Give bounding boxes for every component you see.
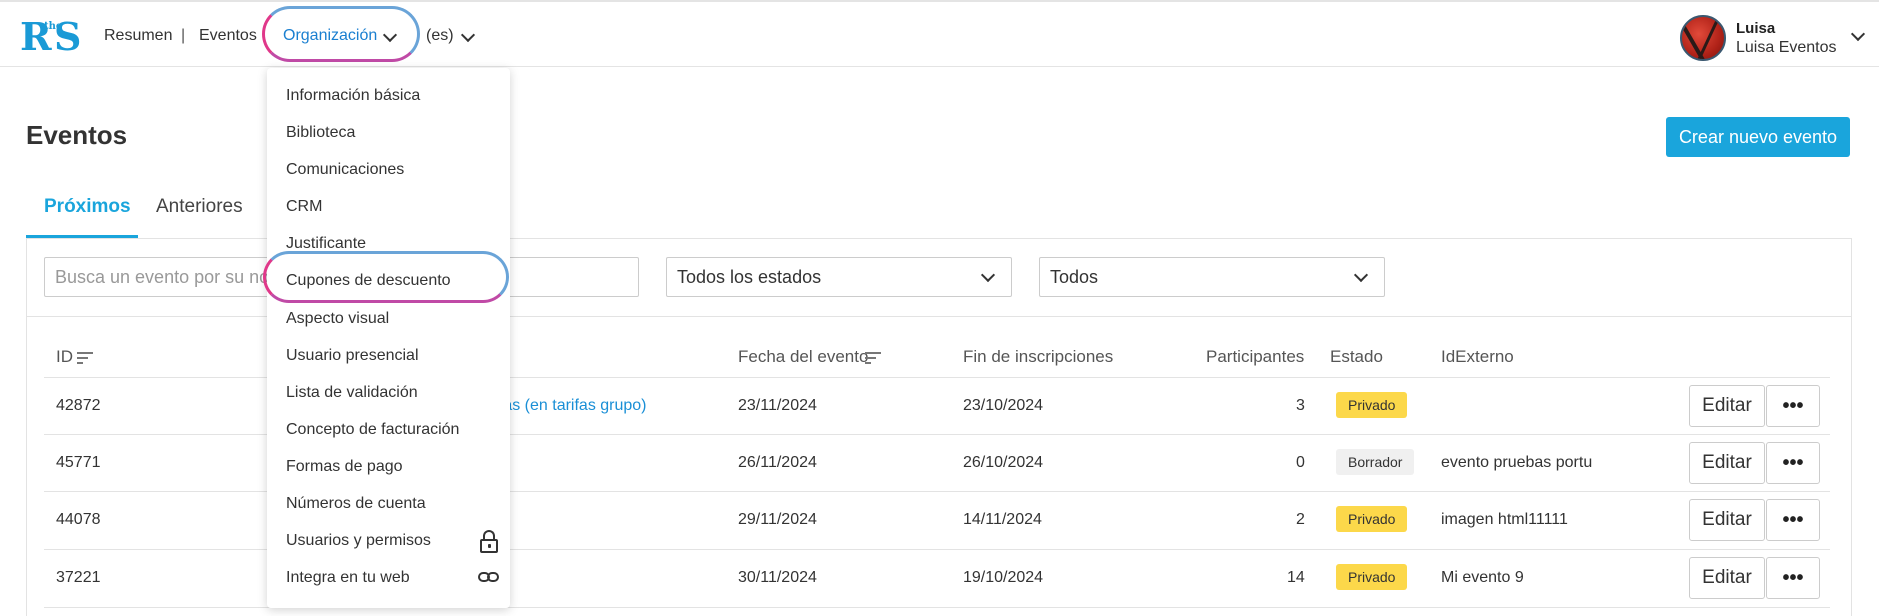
- brand-logo[interactable]: R the S: [20, 14, 82, 59]
- edit-button[interactable]: Editar: [1689, 442, 1765, 484]
- edit-button[interactable]: Editar: [1689, 499, 1765, 541]
- language-selector[interactable]: (es): [426, 27, 454, 45]
- status-badge: Borrador: [1336, 449, 1415, 475]
- registration-end: 26/10/2024: [963, 454, 1044, 471]
- registration-end: 19/10/2024: [963, 569, 1044, 586]
- event-id: 44078: [56, 511, 101, 528]
- status-filter-select[interactable]: Todos los estados: [666, 257, 1012, 297]
- edit-button[interactable]: Editar: [1689, 385, 1765, 427]
- link-icon: [478, 570, 502, 584]
- participants-count: 14: [1287, 569, 1305, 586]
- menu-item-visual-appearance[interactable]: Aspecto visual: [286, 310, 389, 328]
- type-filter-select[interactable]: Todos: [1039, 257, 1385, 297]
- user-menu-chevron-down-icon[interactable]: [1850, 26, 1866, 42]
- external-id: Mi evento 9: [1441, 569, 1524, 586]
- status-chevron-down-icon: [980, 267, 996, 283]
- menu-item-basic-info[interactable]: Información básica: [286, 87, 420, 105]
- menu-item-onsite-user[interactable]: Usuario presencial: [286, 347, 419, 365]
- menu-item-payment-methods[interactable]: Formas de pago: [286, 458, 403, 476]
- user-avatar[interactable]: [1680, 15, 1726, 61]
- user-organization: Luisa Eventos: [1736, 39, 1837, 56]
- status-badge: Privado: [1336, 506, 1408, 532]
- participants-count: 2: [1296, 511, 1305, 528]
- column-header-external-id: IdExterno: [1441, 347, 1514, 366]
- status-filter-value: Todos los estados: [677, 267, 822, 287]
- more-options-button[interactable]: •••: [1766, 442, 1820, 484]
- lock-icon: [478, 530, 500, 554]
- menu-item-users-permissions[interactable]: Usuarios y permisos: [286, 532, 431, 550]
- page-title: Eventos: [26, 120, 128, 150]
- event-id: 45771: [56, 454, 101, 471]
- sort-icon[interactable]: [77, 352, 93, 364]
- nav-events-link[interactable]: Eventos: [199, 27, 257, 45]
- user-name: Luisa: [1736, 20, 1776, 37]
- registration-end: 14/11/2024: [963, 511, 1042, 528]
- event-id: 37221: [56, 569, 101, 586]
- event-date: 26/11/2024: [738, 454, 817, 471]
- sort-icon[interactable]: [865, 352, 881, 364]
- column-header-id[interactable]: ID: [56, 347, 73, 367]
- menu-item-validation-list[interactable]: Lista de validación: [286, 384, 418, 402]
- menu-item-billing-concept[interactable]: Concepto de facturación: [286, 421, 459, 439]
- column-header-registration-end: Fin de inscripciones: [963, 347, 1114, 366]
- organization-dropdown-menu: [267, 68, 510, 608]
- event-date: 23/11/2024: [738, 397, 817, 414]
- status-badge: Privado: [1336, 392, 1408, 418]
- column-header-date[interactable]: Fecha del evento: [738, 347, 868, 367]
- language-chevron-down-icon: [460, 27, 476, 43]
- type-chevron-down-icon: [1353, 267, 1369, 283]
- status-badge: Privado: [1336, 564, 1408, 590]
- event-date: 29/11/2024: [738, 511, 817, 528]
- column-header-participants: Participantes: [1206, 347, 1305, 366]
- more-options-button[interactable]: •••: [1766, 499, 1820, 541]
- organization-highlight: [262, 6, 420, 62]
- column-header-status: Estado: [1330, 347, 1383, 366]
- more-options-button[interactable]: •••: [1766, 557, 1820, 599]
- event-date: 30/11/2024: [738, 569, 817, 586]
- menu-item-account-numbers[interactable]: Números de cuenta: [286, 495, 426, 513]
- menu-item-crm[interactable]: CRM: [286, 198, 322, 216]
- type-filter-value: Todos: [1050, 267, 1099, 287]
- logo-letter-s: S: [54, 14, 82, 59]
- participants-count: 0: [1296, 454, 1305, 471]
- registration-end: 23/10/2024: [963, 397, 1044, 414]
- more-options-button[interactable]: •••: [1766, 385, 1820, 427]
- nav-separator: |: [181, 27, 186, 44]
- tab-past[interactable]: Anteriores: [156, 196, 243, 218]
- event-id: 42872: [56, 397, 101, 414]
- discount-coupons-highlight: [263, 251, 509, 303]
- menu-item-embed-web[interactable]: Integra en tu web: [286, 569, 410, 587]
- tab-upcoming[interactable]: Próximos: [44, 196, 131, 218]
- external-id: evento pruebas portu: [1441, 454, 1593, 471]
- edit-button[interactable]: Editar: [1689, 557, 1765, 599]
- event-name-link[interactable]: rifas (en tarifas grupo): [490, 397, 647, 415]
- external-id: imagen html11111: [1441, 511, 1568, 528]
- nav-summary-link[interactable]: Resumen: [104, 27, 172, 45]
- menu-item-library[interactable]: Biblioteca: [286, 124, 355, 142]
- participants-count: 3: [1296, 397, 1305, 414]
- create-event-button[interactable]: Crear nuevo evento: [1666, 117, 1850, 157]
- menu-item-communications[interactable]: Comunicaciones: [286, 161, 404, 179]
